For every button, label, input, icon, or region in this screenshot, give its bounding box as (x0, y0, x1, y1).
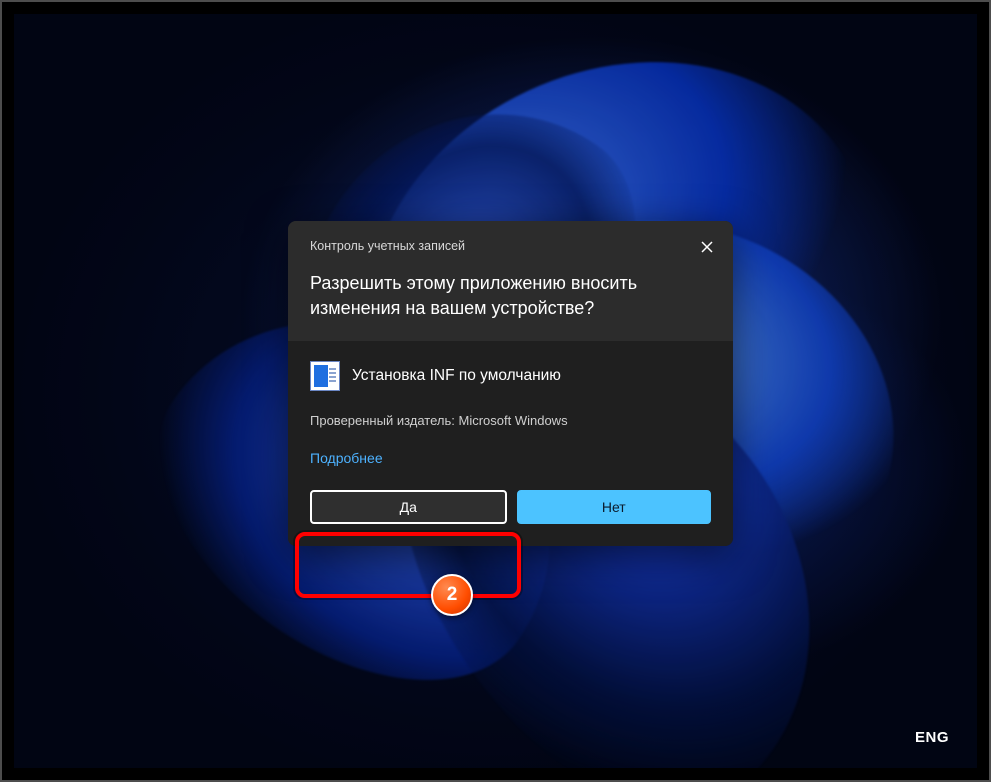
uac-caption: Контроль учетных записей (310, 239, 711, 253)
close-button[interactable] (691, 231, 723, 263)
desktop-background: Контроль учетных записей Разрешить этому… (14, 14, 977, 768)
show-more-link[interactable]: Подробнее (310, 450, 383, 466)
uac-header: Контроль учетных записей Разрешить этому… (288, 221, 733, 341)
app-name: Установка INF по умолчанию (352, 367, 561, 385)
uac-question: Разрешить этому приложению вносить измен… (310, 271, 711, 321)
uac-button-row: Да Нет (288, 490, 733, 546)
language-indicator[interactable]: ENG (915, 729, 949, 746)
no-button[interactable]: Нет (517, 490, 712, 524)
screenshot-frame: Контроль учетных записей Разрешить этому… (0, 0, 991, 782)
verified-publisher: Проверенный издатель: Microsoft Windows (310, 413, 711, 428)
close-icon (701, 241, 713, 253)
uac-body: Установка INF по умолчанию Проверенный и… (288, 341, 733, 490)
uac-dialog: Контроль учетных записей Разрешить этому… (288, 221, 733, 546)
app-row: Установка INF по умолчанию (310, 361, 711, 391)
yes-button[interactable]: Да (310, 490, 507, 524)
installer-icon (310, 361, 340, 391)
